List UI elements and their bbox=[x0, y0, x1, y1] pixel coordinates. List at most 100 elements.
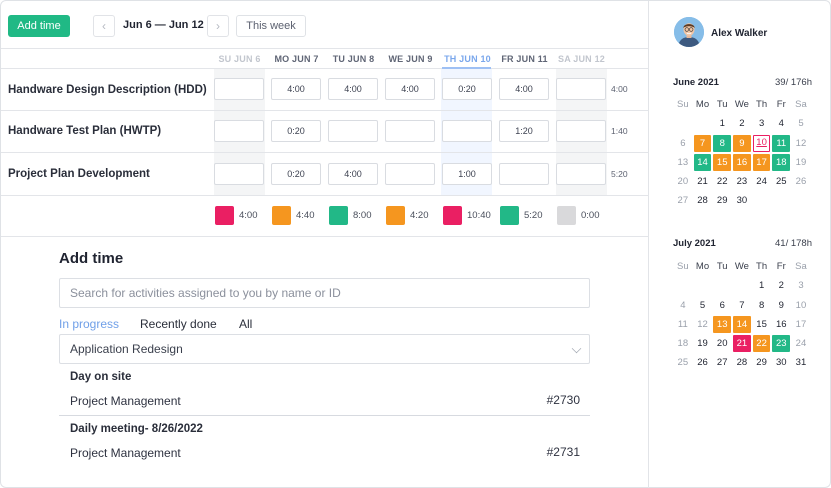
calendar-day[interactable]: 18 bbox=[673, 334, 693, 353]
calendar-day[interactable]: 14 bbox=[693, 153, 712, 172]
calendar-day[interactable]: 8 bbox=[752, 296, 772, 315]
calendar-day[interactable]: 9 bbox=[733, 134, 751, 152]
calendar-day[interactable]: 24 bbox=[752, 172, 772, 191]
calendar-day[interactable]: 7 bbox=[693, 134, 712, 152]
calendar-day[interactable]: 20 bbox=[673, 172, 693, 191]
time-entry-cell[interactable] bbox=[385, 163, 435, 185]
calendar-day[interactable]: 26 bbox=[791, 172, 811, 191]
calendar-day[interactable]: 6 bbox=[673, 134, 693, 153]
calendar-day[interactable]: 24 bbox=[791, 334, 811, 353]
time-entry-cell[interactable] bbox=[328, 120, 378, 142]
calendar-day[interactable]: 10 bbox=[752, 134, 771, 152]
calendar-day[interactable]: 22 bbox=[752, 335, 771, 353]
time-entry-cell[interactable]: 4:00 bbox=[328, 78, 378, 100]
calendar-day[interactable]: 29 bbox=[712, 191, 732, 210]
calendar-day[interactable]: 1 bbox=[752, 276, 772, 295]
calendar-day[interactable]: 29 bbox=[752, 353, 772, 372]
time-entry-cell[interactable]: 1:00 bbox=[442, 163, 492, 185]
time-entry-cell[interactable]: 4:00 bbox=[271, 78, 321, 100]
project-select[interactable]: Application Redesign bbox=[59, 334, 590, 364]
calendar-day[interactable]: 25 bbox=[771, 172, 791, 191]
calendar-day[interactable]: 16 bbox=[771, 315, 791, 334]
time-entry-cell[interactable]: 4:00 bbox=[328, 163, 378, 185]
avatar[interactable] bbox=[674, 17, 704, 47]
calendar-day[interactable]: 6 bbox=[712, 296, 732, 315]
calendar-day[interactable]: 22 bbox=[712, 172, 732, 191]
calendar-day[interactable]: 5 bbox=[693, 296, 713, 315]
time-entry-cell[interactable] bbox=[214, 78, 264, 100]
chevron-left-icon[interactable]: ‹ bbox=[93, 15, 115, 37]
calendar-day[interactable]: 31 bbox=[791, 353, 811, 372]
time-entry-cell[interactable] bbox=[556, 120, 606, 142]
divider bbox=[1, 195, 649, 196]
time-entry-cell[interactable] bbox=[556, 163, 606, 185]
time-entry-cell[interactable] bbox=[214, 163, 264, 185]
calendar-day[interactable]: 26 bbox=[693, 353, 713, 372]
app-frame: Add time ‹ Jun 6 — Jun 12 › This week SU… bbox=[0, 0, 831, 488]
time-entry-cell[interactable] bbox=[214, 120, 264, 142]
calendar-day[interactable]: 23 bbox=[772, 335, 791, 353]
calendar-day[interactable]: 30 bbox=[771, 353, 791, 372]
calendar-day[interactable]: 11 bbox=[673, 315, 693, 334]
calendar-day[interactable]: 16 bbox=[733, 153, 751, 172]
calendar-day[interactable]: 21 bbox=[693, 172, 713, 191]
calendar-day[interactable]: 28 bbox=[732, 353, 752, 372]
calendar-day[interactable]: 21 bbox=[733, 335, 751, 353]
time-entry-cell[interactable] bbox=[556, 78, 606, 100]
time-entry-cell[interactable]: 0:20 bbox=[442, 78, 492, 100]
time-entry-cell[interactable] bbox=[385, 120, 435, 142]
calendar-day[interactable]: 10 bbox=[791, 296, 811, 315]
calendar-day[interactable]: 30 bbox=[732, 191, 752, 210]
calendar-day[interactable]: 11 bbox=[772, 134, 791, 152]
weekday-header: We bbox=[734, 99, 749, 110]
calendar-day[interactable]: 5 bbox=[791, 114, 811, 133]
calendar-day[interactable]: 4 bbox=[771, 114, 791, 133]
time-entry-cell[interactable]: 0:20 bbox=[271, 120, 321, 142]
calendar-day[interactable]: 7 bbox=[732, 296, 752, 315]
calendar-day[interactable]: 28 bbox=[693, 191, 713, 210]
time-entry-cell[interactable]: 4:00 bbox=[499, 78, 549, 100]
chevron-right-icon[interactable]: › bbox=[207, 15, 229, 37]
time-entry-cell[interactable] bbox=[499, 163, 549, 185]
calendar-day[interactable]: 25 bbox=[673, 353, 693, 372]
calendar-day[interactable]: 15 bbox=[713, 153, 732, 172]
activity-item-name[interactable]: Project Management bbox=[70, 446, 181, 460]
calendar-day[interactable]: 4 bbox=[673, 296, 693, 315]
calendar-day[interactable]: 13 bbox=[713, 315, 732, 334]
calendar-day[interactable]: 8 bbox=[713, 134, 732, 152]
calendar-day[interactable]: 12 bbox=[791, 134, 811, 153]
calendar-day[interactable]: 18 bbox=[772, 153, 791, 172]
calendar-day[interactable]: 9 bbox=[771, 296, 791, 315]
this-week-button[interactable]: This week bbox=[236, 15, 306, 37]
calendar-day[interactable]: 27 bbox=[673, 191, 693, 210]
calendar-day[interactable]: 19 bbox=[791, 153, 811, 172]
daily-total-value: 4:40 bbox=[296, 210, 315, 221]
activity-item-name[interactable]: Project Management bbox=[70, 394, 181, 408]
calendar-day[interactable]: 17 bbox=[752, 153, 771, 172]
calendar-day[interactable]: 23 bbox=[732, 172, 752, 191]
tab-in-progress[interactable]: In progress bbox=[59, 317, 119, 331]
calendar-day[interactable]: 20 bbox=[712, 334, 732, 353]
time-entry-cell[interactable]: 1:20 bbox=[499, 120, 549, 142]
activity-search-input[interactable]: Search for activities assigned to you by… bbox=[59, 278, 590, 308]
time-entry-cell[interactable]: 0:20 bbox=[271, 163, 321, 185]
calendar-day[interactable]: 3 bbox=[752, 114, 772, 133]
calendar-day[interactable]: 1 bbox=[712, 114, 732, 133]
tab-recently-done[interactable]: Recently done bbox=[140, 317, 217, 331]
calendar-day[interactable]: 2 bbox=[732, 114, 752, 133]
daily-total-swatch bbox=[272, 206, 291, 225]
calendar-day[interactable]: 13 bbox=[673, 153, 693, 172]
calendar-day[interactable]: 17 bbox=[791, 315, 811, 334]
calendar-day[interactable]: 12 bbox=[693, 315, 713, 334]
calendar-day[interactable]: 3 bbox=[791, 276, 811, 295]
calendar-day[interactable]: 15 bbox=[752, 315, 772, 334]
tab-all[interactable]: All bbox=[239, 317, 252, 331]
calendar-day[interactable]: 19 bbox=[693, 334, 713, 353]
time-entry-cell[interactable] bbox=[442, 120, 492, 142]
add-time-button[interactable]: Add time bbox=[8, 15, 70, 37]
calendar-day[interactable]: 14 bbox=[733, 315, 751, 334]
daily-total-swatch bbox=[443, 206, 462, 225]
calendar-day[interactable]: 2 bbox=[771, 276, 791, 295]
calendar-day[interactable]: 27 bbox=[712, 353, 732, 372]
time-entry-cell[interactable]: 4:00 bbox=[385, 78, 435, 100]
